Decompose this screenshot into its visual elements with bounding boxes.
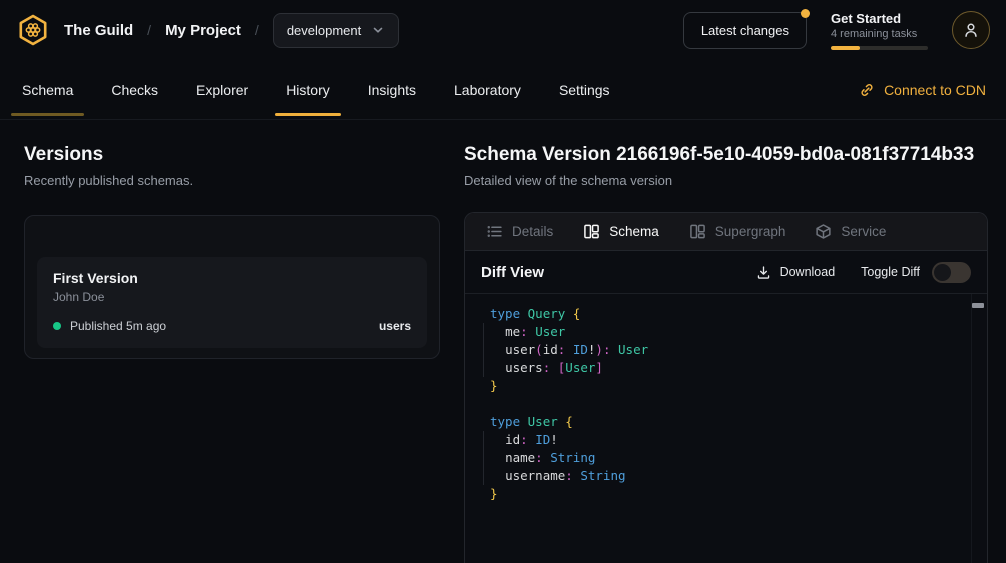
breadcrumb-org[interactable]: The Guild — [64, 22, 133, 39]
version-detail: Schema Version 2166196f-5e10-4059-bd0a-0… — [456, 120, 1006, 563]
download-label: Download — [780, 265, 836, 279]
latest-changes-label: Latest changes — [701, 23, 789, 38]
tab-checks[interactable]: Checks — [109, 60, 160, 119]
detail-tab-label: Details — [512, 224, 553, 239]
version-author: John Doe — [53, 290, 411, 304]
toggle-diff-knob — [934, 264, 951, 281]
columns-icon — [689, 223, 706, 240]
scrollbar-thumb[interactable] — [972, 303, 984, 308]
versions-subtitle: Recently published schemas. — [24, 173, 440, 188]
get-started-progress-bar — [831, 46, 928, 50]
code-line: type User { — [479, 413, 965, 431]
download-icon — [756, 265, 771, 280]
diff-view-title: Diff View — [481, 264, 544, 281]
code-line: id: ID! — [479, 431, 965, 449]
detail-tab-schema[interactable]: Schema — [570, 213, 672, 250]
published-status-dot — [53, 322, 61, 330]
target-selector[interactable]: development — [273, 13, 399, 48]
get-started-subtitle: 4 remaining tasks — [831, 28, 928, 40]
tab-insights[interactable]: Insights — [366, 60, 418, 119]
code-lines: type Query { me: User user(id: ID!): Use… — [479, 305, 965, 503]
code-line: users: [User] — [479, 359, 965, 377]
detail-tab-supergraph[interactable]: Supergraph — [676, 213, 799, 250]
app-root: The Guild / My Project / development Lat… — [0, 0, 1006, 563]
version-name: First Version — [53, 270, 411, 286]
schema-code-viewer[interactable]: type Query { me: User user(id: ID!): Use… — [465, 294, 987, 563]
version-detail-panel: Details Schema — [464, 212, 988, 563]
detail-tab-label: Supergraph — [715, 224, 786, 239]
version-list: First Version John Doe Published 5m ago … — [24, 215, 440, 359]
version-service-badge: users — [379, 319, 411, 333]
tab-schema[interactable]: Schema — [20, 60, 75, 119]
diff-view-actions: Download Toggle Diff — [756, 262, 971, 283]
version-list-item[interactable]: First Version John Doe Published 5m ago … — [37, 257, 427, 348]
breadcrumb-separator: / — [255, 22, 259, 38]
detail-tab-label: Schema — [609, 224, 659, 239]
version-detail-subtitle: Detailed view of the schema version — [464, 173, 988, 188]
avatar[interactable] — [952, 11, 990, 49]
get-started-title: Get Started — [831, 11, 928, 26]
code-line: type Query { — [479, 305, 965, 323]
tab-history[interactable]: History — [284, 60, 332, 119]
version-status: Published 5m ago — [70, 319, 166, 333]
code-line: name: String — [479, 449, 965, 467]
connect-to-cdn-label: Connect to CDN — [884, 82, 986, 98]
code-line: user(id: ID!): User — [479, 341, 965, 359]
toggle-diff-label: Toggle Diff — [861, 265, 920, 279]
download-button[interactable]: Download — [756, 265, 836, 280]
version-meta-row: Published 5m ago users — [53, 319, 411, 333]
toggle-diff-switch[interactable] — [932, 262, 971, 283]
connect-to-cdn-button[interactable]: Connect to CDN — [859, 60, 986, 119]
detail-tab-label: Service — [841, 224, 886, 239]
tab-explorer[interactable]: Explorer — [194, 60, 250, 119]
breadcrumb-separator: / — [147, 22, 151, 38]
user-icon — [962, 21, 980, 39]
link-icon — [859, 82, 875, 98]
tab-laboratory[interactable]: Laboratory — [452, 60, 523, 119]
versions-panel: Versions Recently published schemas. Fir… — [0, 120, 456, 563]
code-line — [479, 395, 965, 413]
latest-changes-button[interactable]: Latest changes — [683, 12, 807, 49]
code-line: username: String — [479, 467, 965, 485]
target-selector-value: development — [287, 23, 361, 38]
tab-settings[interactable]: Settings — [557, 60, 612, 119]
chevron-down-icon — [371, 23, 385, 37]
get-started-widget[interactable]: Get Started 4 remaining tasks — [831, 11, 928, 50]
columns-icon — [583, 223, 600, 240]
main-nav: Schema Checks Explorer History Insights … — [0, 60, 1006, 120]
versions-title: Versions — [24, 144, 440, 166]
detail-tab-service[interactable]: Service — [802, 213, 899, 250]
list-icon — [486, 223, 503, 240]
get-started-progress-fill — [831, 46, 860, 50]
version-detail-title: Schema Version 2166196f-5e10-4059-bd0a-0… — [464, 144, 988, 166]
detail-tab-bar: Details Schema — [465, 213, 987, 251]
breadcrumb: The Guild / My Project / development — [16, 13, 399, 48]
top-bar-actions: Latest changes Get Started 4 remaining t… — [683, 11, 990, 50]
diff-view-header: Diff View Download — [465, 251, 987, 294]
code-line: } — [479, 485, 965, 503]
top-bar: The Guild / My Project / development Lat… — [0, 0, 1006, 60]
content: Versions Recently published schemas. Fir… — [0, 120, 1006, 563]
toggle-diff-control: Toggle Diff — [861, 262, 971, 283]
breadcrumb-project[interactable]: My Project — [165, 22, 241, 39]
cube-icon — [815, 223, 832, 240]
code-line: } — [479, 377, 965, 395]
detail-tab-details[interactable]: Details — [473, 213, 566, 250]
scrollbar-gutter — [971, 294, 972, 563]
hive-logo-icon[interactable] — [16, 13, 50, 47]
notification-dot — [801, 9, 810, 18]
code-line: me: User — [479, 323, 965, 341]
